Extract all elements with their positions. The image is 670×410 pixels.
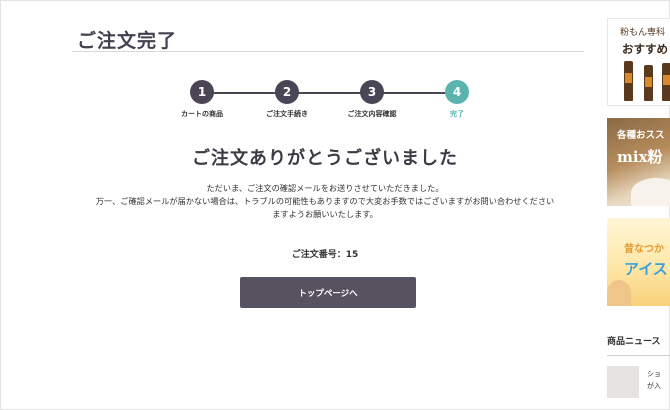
- confirmation-message: ただいま、ご注文の確認メールをお送りさせていただきました。 万一、ご確認メールが…: [60, 182, 590, 221]
- banner-title: おすすめ: [622, 42, 668, 56]
- step-number: 3: [360, 80, 384, 104]
- news-item[interactable]: ショ が入: [647, 368, 661, 392]
- bottle-icon: [644, 65, 653, 101]
- banner-mix-flour[interactable]: 各種おスス mix粉: [607, 118, 670, 206]
- bottle-icon: [624, 61, 633, 101]
- message-line: ただいま、ご注文の確認メールをお送りさせていただきました。: [206, 183, 444, 193]
- order-number: ご注文番号：15: [291, 250, 359, 260]
- bottle-icon: [662, 63, 670, 101]
- step-label: ご注文内容確認: [347, 110, 397, 118]
- step-checkout: 2 ご注文手続き: [257, 80, 317, 119]
- step-confirm: 3 ご注文内容確認: [342, 80, 402, 119]
- banner-recommend[interactable]: 粉もん専科 おすすめ: [607, 18, 670, 106]
- flour-image: [631, 178, 670, 206]
- step-label: ご注文手続き: [266, 110, 308, 118]
- step-number: 1: [190, 80, 214, 104]
- message-line: 万一、ご確認メールが届かない場合は、トラブルの可能性もありますので大変お手数では…: [95, 196, 555, 206]
- step-label: カートの商品: [181, 110, 223, 118]
- step-number: 4: [445, 80, 469, 104]
- news-item-text: が入: [647, 382, 661, 390]
- banner-caption: 粉もん専科: [620, 28, 666, 38]
- step-cart: 1 カートの商品: [172, 80, 232, 119]
- banner-ice[interactable]: 昔なつか アイス: [607, 218, 670, 306]
- main-content: ご注文完了 1 カートの商品 2 ご注文手続き 3 ご注文内容確認 4 完了 ご…: [60, 0, 590, 410]
- news-heading: 商品ニュース: [607, 337, 661, 347]
- step-label: 完了: [450, 110, 464, 118]
- banner-caption: 各種おスス: [617, 130, 665, 141]
- title-divider: [72, 51, 584, 52]
- top-page-button[interactable]: トップページへ: [240, 277, 416, 308]
- news-divider: [607, 355, 670, 356]
- message-line: ますようお願いいたします。: [272, 209, 378, 219]
- step-complete: 4 完了: [427, 80, 487, 119]
- steps-connector: [199, 92, 455, 94]
- step-number: 2: [275, 80, 299, 104]
- banner-title: アイス: [624, 260, 668, 278]
- sidebar: 粉もん専科 おすすめ 各種おスス mix粉 昔なつか アイス 商品ニュース ショ…: [607, 0, 670, 410]
- page-title: ご注文完了: [77, 30, 178, 52]
- banner-caption: 昔なつか: [624, 244, 664, 255]
- banner-title: mix粉: [617, 148, 663, 166]
- ice-cream-image: [607, 280, 631, 306]
- checkout-steps: 1 カートの商品 2 ご注文手続き 3 ご注文内容確認 4 完了: [172, 80, 472, 120]
- news-thumbnail[interactable]: [607, 366, 639, 398]
- news-item-text: ショ: [647, 370, 661, 378]
- thank-you-heading: ご注文ありがとうございました: [192, 148, 458, 169]
